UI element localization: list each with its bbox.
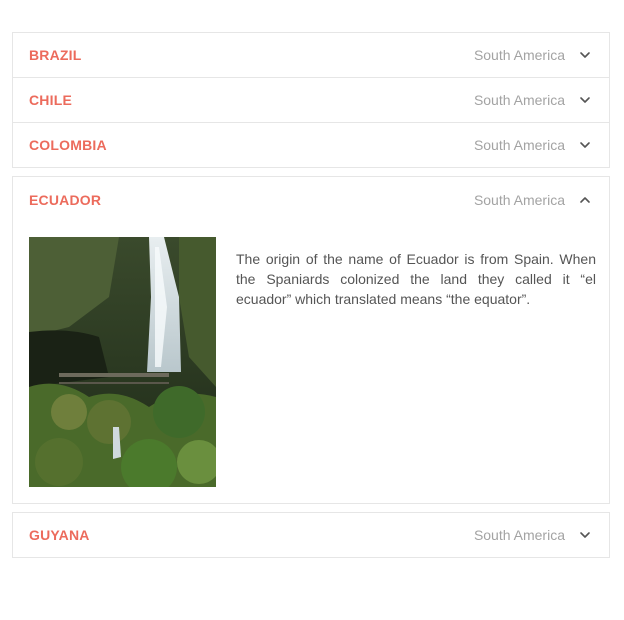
region-label: South America — [473, 527, 565, 543]
country-name: BRAZIL — [29, 47, 82, 63]
accordion-item-brazil[interactable]: BRAZIL South America — [13, 33, 609, 78]
region-label: South America — [473, 47, 565, 63]
region-label: South America — [473, 192, 565, 208]
waterfall-photo — [29, 237, 216, 487]
region-label: South America — [473, 137, 565, 153]
chevron-up-icon[interactable] — [579, 194, 591, 206]
accordion-header-ecuador[interactable]: ECUADOR South America — [13, 177, 609, 223]
accordion-item-guyana[interactable]: GUYANA South America — [13, 513, 609, 558]
chevron-down-icon[interactable] — [579, 49, 591, 61]
accordion-group: GUYANA South America — [12, 512, 610, 558]
country-name: GUYANA — [29, 527, 90, 543]
country-description: The origin of the name of Ecuador is fro… — [236, 251, 596, 307]
chevron-down-icon[interactable] — [579, 139, 591, 151]
chevron-down-icon[interactable] — [579, 94, 591, 106]
accordion-item-colombia[interactable]: COLOMBIA South America — [13, 123, 609, 168]
country-name: CHILE — [29, 92, 72, 108]
country-name: ECUADOR — [29, 192, 102, 208]
accordion-item-ecuador: ECUADOR South America The origin of the … — [12, 176, 610, 504]
region-label: South America — [473, 92, 565, 108]
accordion-group: BRAZIL South America CHILE South America… — [12, 32, 610, 168]
chevron-down-icon[interactable] — [579, 529, 591, 541]
country-name: COLOMBIA — [29, 137, 107, 153]
accordion-item-chile[interactable]: CHILE South America — [13, 78, 609, 123]
